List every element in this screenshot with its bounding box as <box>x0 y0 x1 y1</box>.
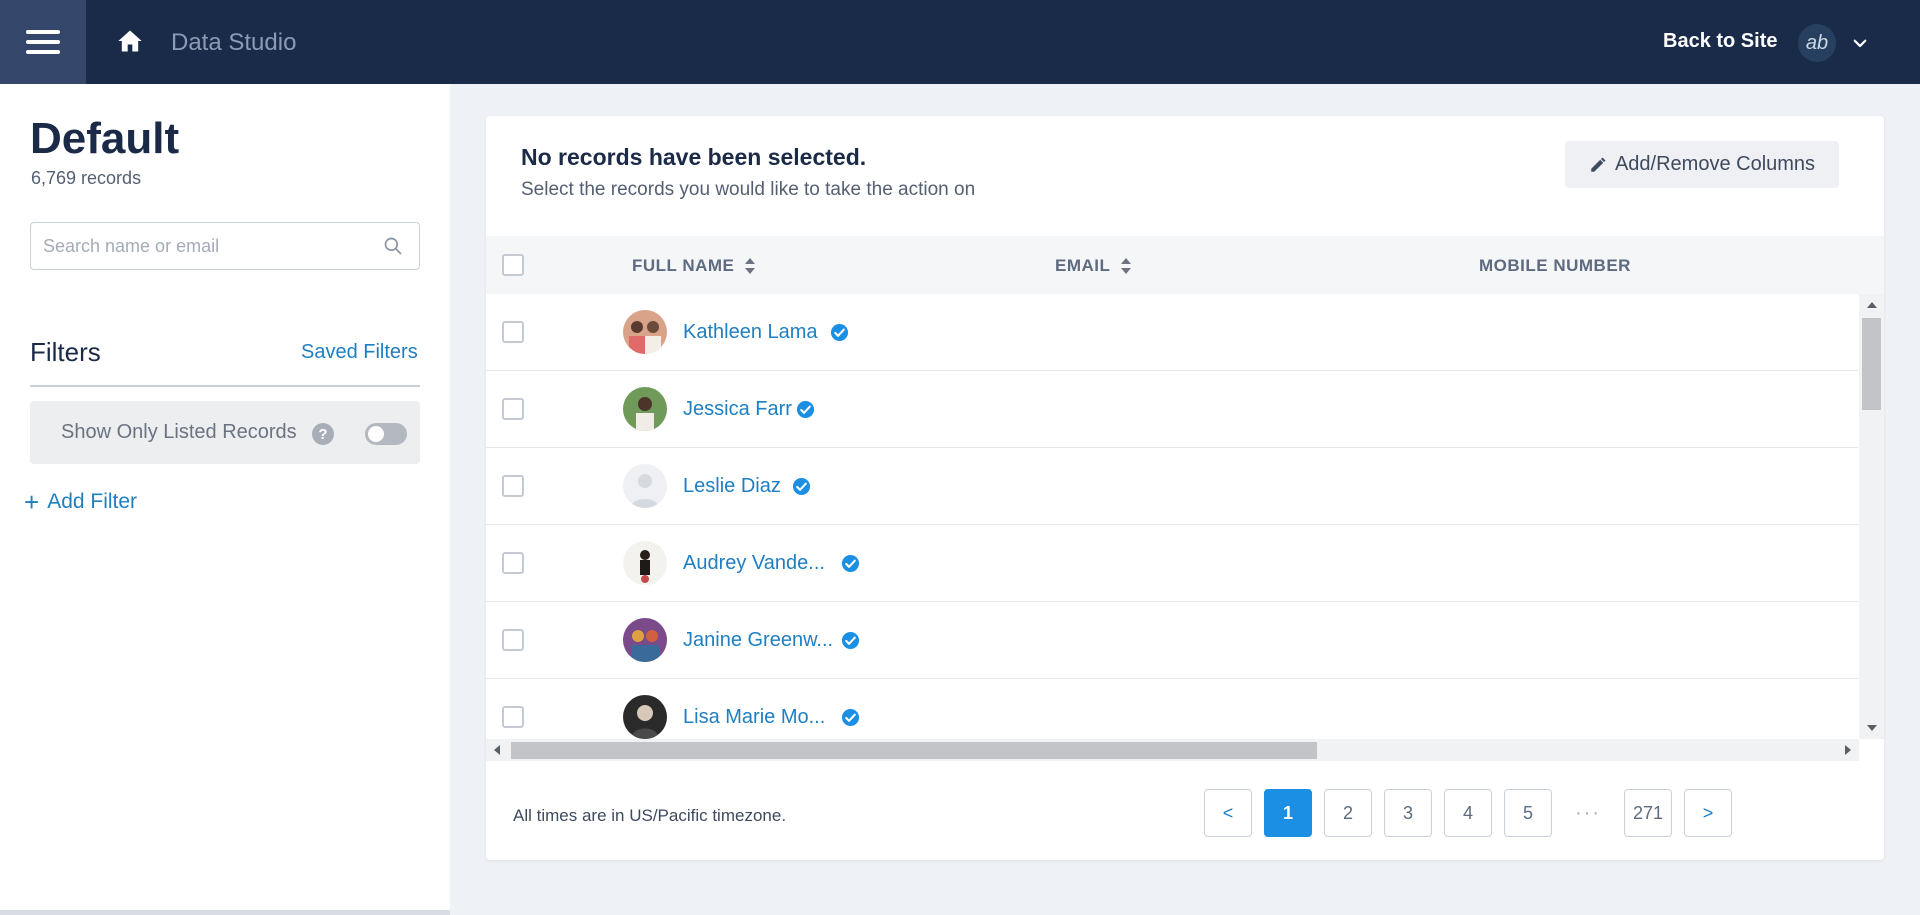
home-icon[interactable] <box>116 27 144 55</box>
toggle-label: Show Only Listed Records <box>61 421 297 443</box>
search-box <box>30 222 420 270</box>
avatar <box>623 541 667 585</box>
help-icon[interactable]: ? <box>312 423 334 445</box>
row-name-link[interactable]: Lisa Marie Mo... <box>683 706 825 729</box>
search-input[interactable] <box>43 223 383 269</box>
add-remove-columns-button[interactable]: Add/Remove Columns <box>1565 141 1839 188</box>
columns-button-label: Add/Remove Columns <box>1614 153 1816 175</box>
page-button-5[interactable]: 5 <box>1504 789 1552 837</box>
pencil-icon <box>1591 157 1606 172</box>
row-checkbox[interactable] <box>502 706 524 728</box>
row-name-link[interactable]: Audrey Vande... <box>683 552 825 575</box>
vertical-scrollbar[interactable] <box>1859 294 1884 739</box>
filters-divider <box>30 385 420 387</box>
column-header-mobile-number: MOBILE NUMBER <box>1479 256 1631 276</box>
column-header-label: MOBILE NUMBER <box>1479 256 1631 275</box>
timezone-note: All times are in US/Pacific timezone. <box>513 806 787 825</box>
page-button-4[interactable]: 4 <box>1444 789 1492 837</box>
selection-subtitle: Select the records you would like to tak… <box>521 179 976 200</box>
page-title: Default <box>30 114 180 163</box>
page-button-2[interactable]: 2 <box>1324 789 1372 837</box>
sidebar: Default 6,769 records Filters Saved Filt… <box>0 84 450 910</box>
row-name-link[interactable]: Janine Greenw... <box>683 629 833 652</box>
back-to-site-link[interactable]: Back to Site <box>1663 30 1777 53</box>
horizontal-scrollbar[interactable] <box>486 739 1859 761</box>
app-title: Data Studio <box>171 29 297 56</box>
next-page-button[interactable]: > <box>1684 789 1732 837</box>
row-checkbox[interactable] <box>502 475 524 497</box>
search-icon[interactable] <box>383 236 403 256</box>
sidebar-bottom-strip <box>0 910 450 915</box>
scroll-left-arrow-icon[interactable] <box>494 745 500 755</box>
table-row[interactable]: Jessica Farr <box>486 371 1858 448</box>
scroll-down-arrow-icon[interactable] <box>1867 725 1877 731</box>
sort-icon[interactable] <box>1120 256 1132 276</box>
vertical-scroll-thumb[interactable] <box>1862 318 1881 410</box>
row-checkbox[interactable] <box>502 398 524 420</box>
column-header-label: FULL NAME <box>632 256 735 275</box>
verified-check-icon <box>792 477 811 496</box>
top-bar: Data Studio Back to Site ab <box>0 0 1920 84</box>
row-name-link[interactable]: Leslie Diaz <box>683 475 781 498</box>
verified-check-icon <box>841 554 860 573</box>
page-button-last[interactable]: 271 <box>1624 789 1672 837</box>
page-button-3[interactable]: 3 <box>1384 789 1432 837</box>
row-name-link[interactable]: Jessica Farr <box>683 398 792 421</box>
table-row[interactable]: Audrey Vande... <box>486 525 1858 602</box>
avatar <box>623 464 667 508</box>
show-listed-toggle[interactable] <box>365 423 407 445</box>
avatar <box>623 695 667 739</box>
column-header-email[interactable]: EMAIL <box>1055 256 1132 276</box>
row-name-link[interactable]: Kathleen Lama <box>683 321 818 344</box>
avatar <box>623 310 667 354</box>
avatar <box>623 618 667 662</box>
prev-page-button[interactable]: < <box>1204 789 1252 837</box>
record-count: 6,769 records <box>31 168 142 188</box>
verified-check-icon <box>830 323 849 342</box>
verified-check-icon <box>841 708 860 727</box>
pagination-ellipsis: ··· <box>1575 801 1601 824</box>
listed-records-filter: Show Only Listed Records ? <box>30 401 420 464</box>
table-row[interactable]: Janine Greenw... <box>486 602 1858 679</box>
hamburger-menu-icon[interactable] <box>0 0 86 84</box>
select-all-checkbox[interactable] <box>502 254 524 276</box>
row-checkbox[interactable] <box>502 629 524 651</box>
user-avatar[interactable]: ab <box>1798 24 1836 62</box>
scroll-right-arrow-icon[interactable] <box>1845 745 1851 755</box>
chevron-down-icon[interactable] <box>1851 34 1869 52</box>
avatar <box>623 387 667 431</box>
saved-filters-link[interactable]: Saved Filters <box>301 341 418 364</box>
table-row[interactable]: Lisa Marie Mo... <box>486 679 1858 739</box>
selection-title: No records have been selected. <box>521 144 867 170</box>
table-row[interactable]: Leslie Diaz <box>486 448 1858 525</box>
plus-icon: + <box>24 487 40 517</box>
verified-check-icon <box>796 400 815 419</box>
row-checkbox[interactable] <box>502 552 524 574</box>
horizontal-scroll-thumb[interactable] <box>511 742 1317 759</box>
scroll-up-arrow-icon[interactable] <box>1867 302 1877 308</box>
row-checkbox[interactable] <box>502 321 524 343</box>
page-button-1[interactable]: 1 <box>1264 789 1312 837</box>
verified-check-icon <box>841 631 860 650</box>
table-header: FULL NAME EMAIL MOBILE NUMBER <box>486 236 1884 294</box>
table-row[interactable]: Kathleen Lama <box>486 294 1858 371</box>
filters-heading: Filters <box>30 337 101 367</box>
column-header-label: EMAIL <box>1055 256 1111 275</box>
sort-icon[interactable] <box>744 256 756 276</box>
add-filter-button[interactable]: + Add Filter <box>24 487 138 517</box>
records-card: No records have been selected. Select th… <box>486 116 1884 860</box>
add-filter-label: Add Filter <box>47 490 138 513</box>
column-header-full-name[interactable]: FULL NAME <box>632 256 756 276</box>
table-body: Kathleen Lama Jessica Farr Leslie Diaz A… <box>486 294 1858 739</box>
